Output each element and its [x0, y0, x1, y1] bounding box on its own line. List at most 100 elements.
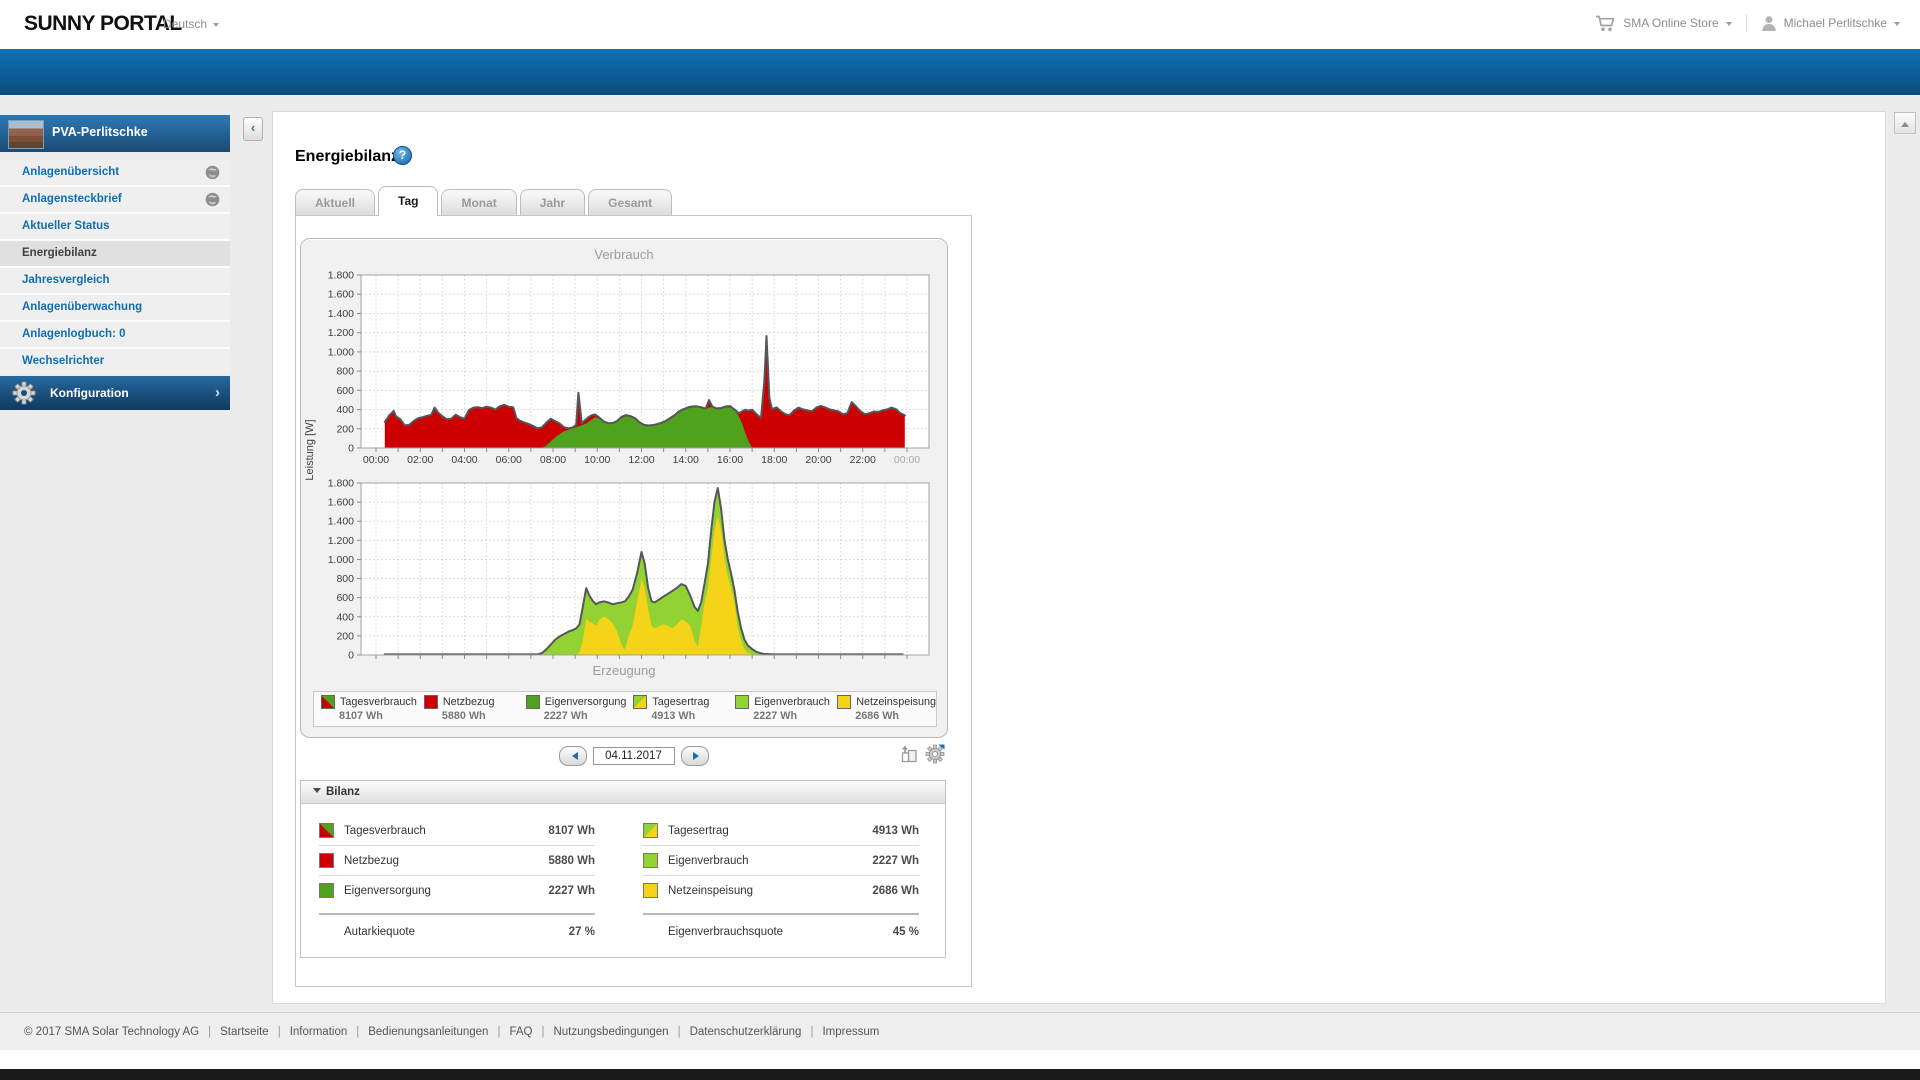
bilanz-row: Eigenverbrauch 2227 Wh	[643, 846, 919, 876]
bilanz-value: 4913 Wh	[872, 824, 919, 837]
scroll-up-button[interactable]	[1894, 112, 1916, 134]
bilanz-swatch	[319, 823, 334, 838]
sidebar-item-energiebilanz[interactable]: Energiebilanz	[0, 241, 230, 266]
plant-header[interactable]: PVA-Perlitschke	[0, 115, 230, 152]
svg-text:800: 800	[336, 573, 354, 585]
brand-logo: SUNNY PORTAL	[24, 12, 182, 35]
sidebar-item-konfiguration[interactable]: Konfiguration ›	[0, 376, 230, 410]
tab-gesamt[interactable]: Gesamt	[588, 189, 673, 216]
tab-tag[interactable]: Tag	[378, 186, 439, 216]
top-right-menu: SMA Online Store Michael Perlitschke	[1595, 14, 1900, 32]
legend-value: 5880 Wh	[441, 710, 486, 722]
config-label: Konfiguration	[50, 386, 129, 400]
settings-gear-icon[interactable]	[925, 744, 945, 769]
export-icon[interactable]	[900, 744, 918, 769]
svg-text:1.200: 1.200	[328, 535, 354, 547]
bilanz-quote-value: 45 %	[892, 926, 919, 938]
bilanz-header[interactable]: Bilanz	[301, 781, 945, 804]
bilanz-row: Netzbezug 5880 Wh	[319, 846, 595, 876]
tab-jahr[interactable]: Jahr	[519, 189, 586, 216]
help-icon[interactable]: ?	[393, 146, 412, 165]
bilanz-label: Netzeinspeisung	[668, 884, 754, 897]
sidebar-item-label: Anlagensteckbrief	[22, 193, 122, 205]
date-input[interactable]	[592, 747, 675, 765]
legend-item-head: Tagesverbrauch	[321, 695, 417, 709]
bilanz-swatch	[643, 823, 658, 838]
footer-separator: |	[277, 1026, 281, 1038]
main-panel: Energiebilanz ? Aktuell Tag Monat Jahr Gesam…	[272, 111, 1886, 1004]
tab-aktuell[interactable]: Aktuell	[295, 189, 376, 216]
svg-text:08:00: 08:00	[540, 454, 566, 466]
tab-monat[interactable]: Monat	[441, 189, 517, 216]
bottom-dark-band	[0, 1069, 1920, 1080]
legend-item: Tagesverbrauch 8107 Wh	[314, 692, 417, 726]
language-selector[interactable]: Deutsch	[163, 17, 220, 31]
chart-legend: Tagesverbrauch 8107 Wh Netzbezug 5880 Wh Eig…	[313, 691, 937, 727]
sidebar-item-wechselrichter[interactable]: Wechselrichter	[0, 349, 230, 374]
bilanz-swatch	[643, 883, 658, 898]
sidebar-item-anlagenlogbuch-0[interactable]: Anlagenlogbuch: 0	[0, 322, 230, 347]
bilanz-row: Netzeinspeisung 2686 Wh	[643, 876, 919, 905]
svg-text:600: 600	[336, 592, 354, 604]
sidebar-item-label: Wechselrichter	[22, 355, 105, 367]
svg-text:1.600: 1.600	[328, 497, 354, 509]
footer-link-nutzungsbedingungen[interactable]: Nutzungsbedingungen	[553, 1026, 668, 1038]
svg-text:02:00: 02:00	[407, 454, 433, 466]
legend-item-head: Netzbezug	[423, 695, 519, 709]
bilanz-row: Tagesertrag 4913 Wh	[643, 816, 919, 846]
footer-link-impressum[interactable]: Impressum	[822, 1026, 879, 1038]
svg-text:0: 0	[348, 650, 354, 662]
previous-day-button[interactable]	[558, 746, 587, 766]
bilanz-label: Tagesverbrauch	[344, 824, 426, 837]
bilanz-value: 2227 Wh	[872, 854, 919, 867]
svg-text:1.800: 1.800	[328, 270, 354, 282]
footer-separator: |	[497, 1026, 501, 1038]
sidebar-item-label: Anlagenübersicht	[22, 166, 120, 178]
svg-text:600: 600	[336, 385, 354, 397]
chart-title-erzeugung: Erzeugung	[592, 663, 656, 678]
legend-label: Eigenversorgung	[544, 696, 627, 708]
sidebar-item-anlagen-bersicht[interactable]: Anlagenübersicht	[0, 160, 230, 185]
bilanz-label: Eigenverbrauch	[668, 854, 749, 867]
footer-link-faq[interactable]: FAQ	[509, 1026, 532, 1038]
date-navigation	[296, 746, 971, 766]
footer-separator: |	[541, 1026, 545, 1038]
panel-collapse-button[interactable]: ‹	[243, 117, 263, 141]
legend-item-head: Eigenversorgung	[525, 695, 627, 709]
sidebar-item-aktueller-status[interactable]: Aktueller Status	[0, 214, 230, 239]
user-menu[interactable]: Michael Perlitschke	[1761, 15, 1900, 32]
svg-text:0: 0	[348, 443, 354, 455]
legend-value: 8107 Wh	[339, 710, 383, 722]
footer-separator: |	[208, 1026, 212, 1038]
svg-text:200: 200	[336, 630, 354, 642]
footer-link-datenschutzerkl-rung[interactable]: Datenschutzerklärung	[690, 1026, 802, 1038]
bilanz-label: Tagesertrag	[668, 824, 729, 837]
store-menu[interactable]: SMA Online Store	[1595, 15, 1732, 32]
footer-link-bedienungsanleitungen[interactable]: Bedienungsanleitungen	[368, 1026, 488, 1038]
legend-swatch	[735, 695, 750, 709]
bilanz-quote-label: Autarkiequote	[344, 926, 415, 938]
bilanz-swatch	[319, 853, 334, 868]
bilanz-card: Bilanz Tagesverbrauch 8107 Wh Netzbezug 588…	[300, 780, 946, 958]
svg-text:1.400: 1.400	[328, 516, 354, 528]
sidebar-item-anlagensteckbrief[interactable]: Anlagensteckbrief	[0, 187, 230, 212]
sidebar-item-jahresvergleich[interactable]: Jahresvergleich	[0, 268, 230, 293]
legend-label: Netzeinspeisung	[856, 696, 937, 708]
legend-item-head: Netzeinspeisung	[837, 695, 936, 709]
arrow-left-icon	[568, 752, 578, 760]
sidebar: PVA-Perlitschke Anlagenübersicht Anlagens…	[0, 115, 230, 410]
next-day-button[interactable]	[680, 746, 709, 766]
legend-swatch	[633, 695, 648, 709]
divider	[1745, 14, 1747, 32]
sidebar-item-anlagen-berwachung[interactable]: Anlagenüberwachung	[0, 295, 230, 320]
footer-link-information[interactable]: Information	[290, 1026, 348, 1038]
svg-text:1.800: 1.800	[328, 478, 354, 490]
svg-text:12:00: 12:00	[628, 454, 654, 466]
footer-copyright: © 2017 SMA Solar Technology AG	[24, 1026, 200, 1038]
globe-icon	[205, 165, 220, 180]
verbrauch-chart: 0 200 400 600 800 1.000 1.200 1.400 1.600 1.800 00…	[328, 270, 930, 466]
svg-text:200: 200	[336, 423, 354, 435]
footer-separator: |	[677, 1026, 681, 1038]
footer-link-startseite[interactable]: Startseite	[220, 1026, 269, 1038]
language-label: Deutsch	[163, 17, 208, 31]
